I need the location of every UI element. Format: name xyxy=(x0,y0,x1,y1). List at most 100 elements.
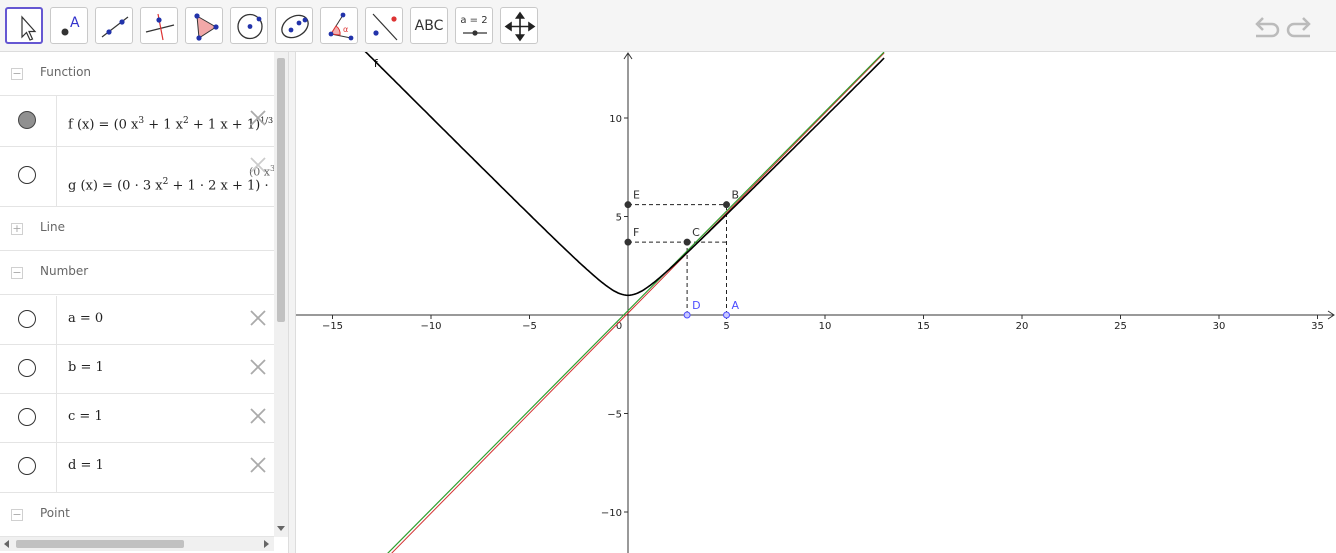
conic-tool-button[interactable] xyxy=(275,7,313,44)
reflect-line-icon xyxy=(372,13,398,41)
x-tick-label: −15 xyxy=(322,321,343,332)
algebra-row-g[interactable]: g (x) = (0 · 3 x2 + 1 · 2 x + 1) · (0 x3 xyxy=(0,147,274,207)
delete-icon[interactable] xyxy=(248,108,268,128)
x-tick-label: 30 xyxy=(1213,321,1226,332)
panel-divider[interactable] xyxy=(288,52,296,553)
point-B[interactable] xyxy=(723,201,730,209)
number-d-definition[interactable]: d = 1 xyxy=(68,458,104,473)
move-tool-button[interactable] xyxy=(5,7,43,44)
slider-icon xyxy=(463,30,487,36)
y-axis-ticks: 10 5 −5 −10 xyxy=(601,114,628,519)
scrollbar-thumb[interactable] xyxy=(277,58,285,322)
delete-icon[interactable] xyxy=(248,357,268,377)
delete-icon[interactable] xyxy=(248,308,268,328)
point-D[interactable] xyxy=(683,311,691,319)
circle-tool-button[interactable] xyxy=(230,7,268,44)
redo-icon xyxy=(1286,17,1311,38)
formula-lhs: f (x) = xyxy=(68,117,114,133)
visibility-toggle-g[interactable] xyxy=(18,166,36,184)
category-line[interactable]: + Line xyxy=(0,207,274,251)
formula-part: + 1 x xyxy=(144,117,184,133)
redo-button[interactable] xyxy=(1286,12,1316,40)
algebra-view: − Function f (x) = (0 x3 + 1 x2 + 1 x + … xyxy=(0,52,274,537)
algebra-row-b[interactable]: b = 1 xyxy=(0,345,274,394)
algebra-row-f[interactable]: f (x) = (0 x3 + 1 x2 + 1 x + 1)1/3 xyxy=(0,96,274,147)
collapse-toggle[interactable]: − xyxy=(11,68,23,80)
circle-icon xyxy=(237,13,263,40)
expand-toggle[interactable]: + xyxy=(11,223,23,235)
point-E[interactable] xyxy=(624,201,632,209)
point-label-A: A xyxy=(732,299,740,312)
visibility-toggle-c[interactable] xyxy=(18,408,36,426)
scroll-right-icon[interactable] xyxy=(262,540,270,548)
cursor-arrow-icon xyxy=(21,15,37,41)
graphics-view[interactable]: −15 −10 −5 0 5 10 15 20 25 30 35 105−5−10 f ABCDEF xyxy=(296,52,1336,553)
x-tick-label: 15 xyxy=(917,321,930,332)
function-f-curve xyxy=(364,52,885,297)
algebra-horizontal-scrollbar[interactable] xyxy=(0,537,274,551)
move-graphics-view-tool-button[interactable] xyxy=(500,7,538,44)
function-f-definition[interactable]: f (x) = (0 x3 + 1 x2 + 1 x + 1)1/3 xyxy=(68,116,273,132)
algebra-row-a[interactable]: a = 0 xyxy=(0,296,274,345)
category-label: Function xyxy=(40,65,92,79)
number-c-definition[interactable]: c = 1 xyxy=(68,409,103,424)
svg-text:α: α xyxy=(343,25,348,34)
toolbar: A α ABC a = 2 xyxy=(0,0,1336,52)
visibility-toggle-b[interactable] xyxy=(18,359,36,377)
polygon-icon xyxy=(194,13,219,41)
number-a-definition[interactable]: a = 0 xyxy=(68,311,103,326)
point-label-F: F xyxy=(633,226,639,239)
algebra-row-d[interactable]: d = 1 xyxy=(0,443,274,493)
polygon-tool-button[interactable] xyxy=(185,7,223,44)
y-tick-label: −5 xyxy=(607,410,622,421)
point-icon: A xyxy=(61,15,80,36)
y-tick-label: −10 xyxy=(601,508,622,519)
angle-tool-button[interactable]: α xyxy=(320,7,358,44)
category-label: Number xyxy=(40,264,89,278)
scroll-down-icon[interactable] xyxy=(277,524,285,532)
scroll-left-icon[interactable] xyxy=(3,540,11,548)
category-function[interactable]: − Function xyxy=(0,52,274,96)
curves[interactable]: f xyxy=(360,52,885,553)
delete-icon[interactable] xyxy=(248,455,268,475)
slider-tool-button[interactable]: a = 2 xyxy=(455,7,493,44)
perpendicular-line-tool-button[interactable] xyxy=(140,7,178,44)
x-tick-label: 10 xyxy=(819,321,832,332)
point-C[interactable] xyxy=(683,238,691,246)
reflect-tool-button[interactable] xyxy=(365,7,403,44)
category-point[interactable]: − Point xyxy=(0,493,274,537)
move-arrows-icon xyxy=(504,11,536,42)
formula-lhs: g (x) = xyxy=(68,178,118,194)
delete-icon[interactable] xyxy=(248,155,268,175)
delete-icon[interactable] xyxy=(248,406,268,426)
algebra-row-c[interactable]: c = 1 xyxy=(0,394,274,443)
perpendicular-line-icon xyxy=(145,13,175,41)
undo-icon xyxy=(1255,17,1280,38)
angle-icon: α xyxy=(328,12,354,41)
algebra-vertical-scrollbar[interactable] xyxy=(274,52,288,537)
visibility-toggle-d[interactable] xyxy=(18,457,36,475)
collapse-toggle[interactable]: − xyxy=(11,267,23,279)
line-icon xyxy=(101,16,129,38)
text-tool-label: ABC xyxy=(414,17,444,34)
x-tick-label: 25 xyxy=(1114,321,1127,332)
point-label-B: B xyxy=(732,189,740,202)
point-label-D: D xyxy=(692,299,700,312)
function-g-definition[interactable]: g (x) = (0 · 3 x2 + 1 · 2 x + 1) · xyxy=(68,177,269,193)
line-tool-button[interactable] xyxy=(95,7,133,44)
x-tick-label: 5 xyxy=(723,321,729,332)
visibility-toggle-a[interactable] xyxy=(18,310,36,328)
category-number[interactable]: − Number xyxy=(0,251,274,295)
point-A[interactable] xyxy=(723,311,730,319)
point-F[interactable] xyxy=(624,238,632,246)
visibility-toggle-f[interactable] xyxy=(18,111,36,129)
undo-button[interactable] xyxy=(1250,12,1280,40)
scrollbar-thumb[interactable] xyxy=(16,540,184,548)
collapse-toggle[interactable]: − xyxy=(11,509,23,521)
formula-part: (0 · 3 x xyxy=(117,178,163,194)
text-tool-button[interactable]: ABC xyxy=(410,7,448,44)
point-tool-button[interactable]: A xyxy=(50,7,88,44)
number-b-definition[interactable]: b = 1 xyxy=(68,360,104,375)
x-tick-label: −10 xyxy=(420,321,441,332)
y-tick-label: 10 xyxy=(609,114,622,125)
